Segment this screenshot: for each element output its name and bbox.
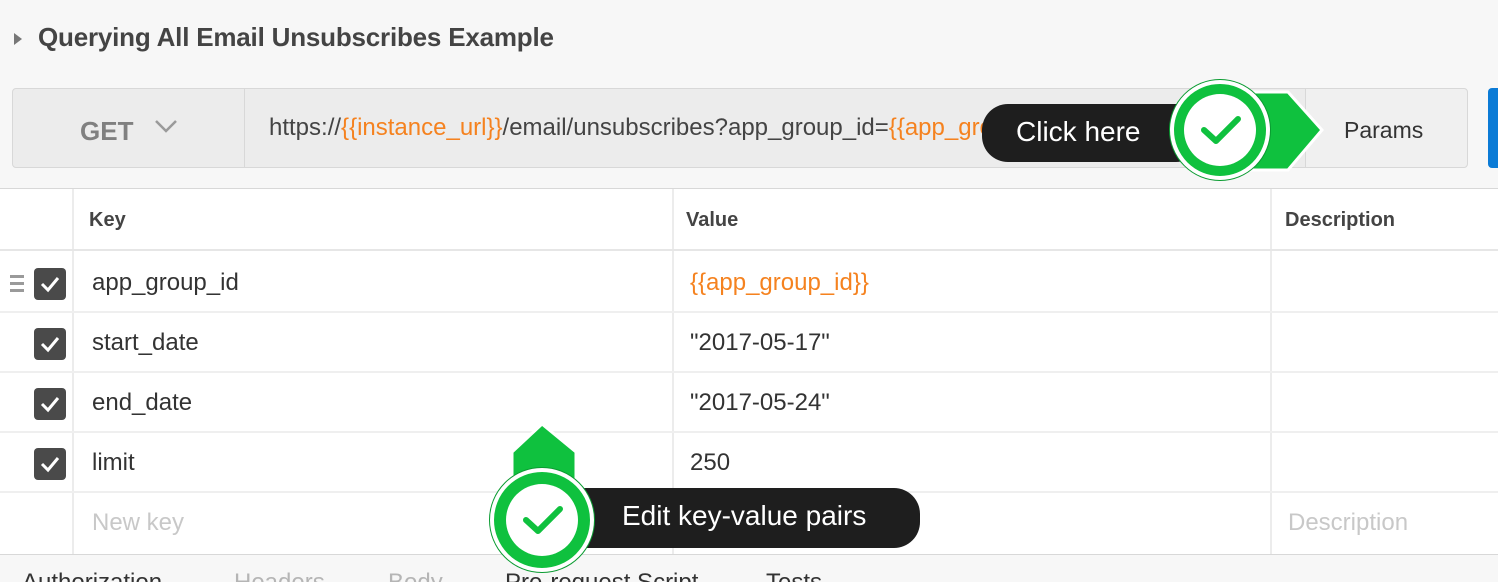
row-value[interactable]: "2017-05-24": [690, 389, 830, 417]
row-checkbox[interactable]: [34, 328, 66, 360]
row-key[interactable]: limit: [92, 449, 135, 477]
header-value: Value: [686, 209, 739, 231]
url-segment: /email/unsubscribes?app_group_id=: [502, 114, 889, 141]
callout-text-params: Click here: [982, 104, 1202, 162]
request-tabs: Authorization Headers Body Pre-request S…: [0, 554, 1498, 582]
new-key-input[interactable]: New key: [92, 509, 184, 537]
row-value[interactable]: "2017-05-17": [690, 329, 830, 357]
table-row: app_group_id {{app_group_id}}: [0, 253, 1498, 313]
method-selector[interactable]: GET: [13, 89, 245, 167]
tab-tests[interactable]: Tests: [766, 569, 822, 582]
params-button-label: Params: [1344, 117, 1424, 143]
row-key[interactable]: app_group_id: [92, 269, 239, 297]
check-circle-icon: [1170, 80, 1270, 180]
tab-body[interactable]: Body: [388, 569, 443, 582]
check-icon: [40, 457, 60, 473]
drag-handle-icon[interactable]: [10, 275, 24, 296]
check-circle-icon: [490, 468, 594, 572]
tab-authorization[interactable]: Authorization: [22, 569, 162, 582]
table-row: end_date "2017-05-24": [0, 373, 1498, 433]
table-row: limit 250: [0, 433, 1498, 493]
row-key[interactable]: start_date: [92, 329, 199, 357]
send-button[interactable]: [1488, 88, 1498, 168]
collapse-caret-icon[interactable]: [14, 33, 22, 45]
request-title: Querying All Email Unsubscribes Example: [38, 22, 554, 52]
row-checkbox[interactable]: [34, 448, 66, 480]
row-value[interactable]: {{app_group_id}}: [690, 269, 869, 297]
header-key: Key: [89, 209, 126, 231]
row-key[interactable]: end_date: [92, 389, 192, 417]
table-row: start_date "2017-05-17": [0, 313, 1498, 373]
method-label: GET: [80, 116, 134, 146]
new-description-input[interactable]: Description: [1288, 509, 1408, 537]
check-icon: [40, 397, 60, 413]
request-header: Querying All Email Unsubscribes Example: [0, 0, 1498, 80]
row-checkbox[interactable]: [34, 268, 66, 300]
tab-headers[interactable]: Headers: [234, 569, 325, 582]
row-value[interactable]: 250: [690, 449, 730, 477]
url-segment: https://: [269, 114, 342, 141]
check-icon: [40, 337, 60, 353]
url-variable: {{instance_url}}: [341, 114, 503, 141]
row-checkbox[interactable]: [34, 388, 66, 420]
callout-text-table: Edit key-value pairs: [560, 488, 920, 548]
check-icon: [40, 277, 60, 293]
table-header-row: Key Value Description: [0, 189, 1498, 251]
chevron-down-icon: [155, 120, 177, 133]
header-description: Description: [1285, 209, 1396, 231]
